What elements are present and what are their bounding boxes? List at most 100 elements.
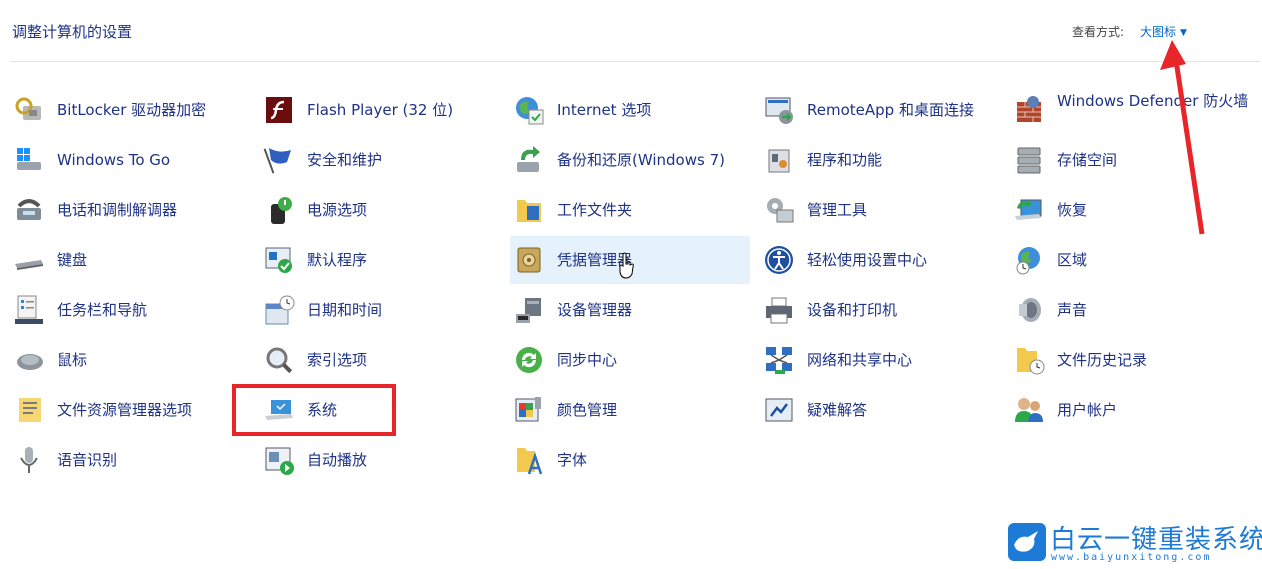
hand-cursor-icon [619, 252, 634, 279]
item-label: 文件历史记录 [1057, 351, 1148, 369]
item-windows-to-go[interactable]: Windows To Go [10, 136, 250, 184]
header: 调整计算机的设置 查看方式: 大图标 ▼ [0, 0, 1262, 62]
watermark: 白云一键重装系统 www.baiyunxitong.com [1008, 521, 1262, 567]
item-label: 日期和时间 [307, 301, 383, 319]
item-label: Windows To Go [57, 151, 171, 169]
item-label: 电源选项 [307, 201, 368, 219]
sync-icon [516, 347, 542, 373]
microphone-icon [20, 447, 38, 473]
region-icon [1016, 247, 1040, 275]
item-user-accounts[interactable]: 用户帐户 [1010, 386, 1250, 434]
item-label: 轻松使用设置中心 [807, 251, 928, 269]
item-power[interactable]: 电源选项 [260, 186, 500, 234]
device-manager-icon [516, 298, 541, 323]
item-autoplay[interactable]: 自动播放 [260, 436, 500, 484]
item-network-sharing[interactable]: 网络和共享中心 [760, 336, 1000, 384]
item-work-folders[interactable]: 工作文件夹 [510, 186, 750, 234]
item-label: Flash Player (32 位) [307, 101, 454, 119]
item-admin-tools[interactable]: 管理工具 [760, 186, 1000, 234]
item-label: 键盘 [57, 251, 88, 269]
item-label: 工作文件夹 [557, 201, 633, 219]
item-label: 区域 [1057, 251, 1088, 269]
firewall-icon [1017, 96, 1041, 122]
item-recovery[interactable]: 恢复 [1010, 186, 1250, 234]
item-date-time[interactable]: 日期和时间 [260, 286, 500, 334]
item-remoteapp[interactable]: RemoteApp 和桌面连接 [760, 86, 1000, 134]
item-label: 声音 [1057, 301, 1088, 319]
item-label: 任务栏和导航 [57, 301, 148, 319]
item-device-manager[interactable]: 设备管理器 [510, 286, 750, 334]
item-internet-options[interactable]: Internet 选项 [510, 86, 750, 134]
item-label: 设备管理器 [557, 301, 633, 319]
admin-tools-icon [767, 198, 794, 223]
ease-of-access-icon [765, 246, 793, 274]
color-icon [515, 397, 541, 422]
windows-to-go-icon [17, 148, 41, 170]
item-programs-features[interactable]: 程序和功能 [760, 136, 1000, 184]
item-color-management[interactable]: 颜色管理 [510, 386, 750, 434]
item-speech[interactable]: 语音识别 [10, 436, 250, 484]
item-indexing[interactable]: 索引选项 [260, 336, 500, 384]
item-devices-printers[interactable]: 设备和打印机 [760, 286, 1000, 334]
item-region[interactable]: 区域 [1010, 236, 1250, 284]
item-label: Internet 选项 [557, 101, 652, 119]
speaker-icon [1019, 298, 1041, 322]
item-bitlocker[interactable]: BitLocker 驱动器加密 [10, 86, 250, 134]
backup-icon [517, 146, 540, 172]
item-label: 默认程序 [307, 251, 368, 269]
item-label: 存储空间 [1057, 151, 1118, 169]
item-phone-modem[interactable]: 电话和调制解调器 [10, 186, 250, 234]
item-label: RemoteApp 和桌面连接 [807, 101, 974, 119]
item-mouse[interactable]: 鼠标 [10, 336, 250, 384]
programs-icon [768, 149, 790, 173]
item-label: 用户帐户 [1057, 401, 1118, 419]
item-keyboard[interactable]: 键盘 [10, 236, 250, 284]
item-label: 安全和维护 [307, 151, 383, 169]
flag-icon [263, 148, 291, 174]
item-fonts[interactable]: 字体 [510, 436, 750, 484]
item-label: 备份和还原(Windows 7) [557, 151, 725, 169]
item-label: 设备和打印机 [807, 301, 898, 319]
item-label: 疑难解答 [807, 401, 868, 419]
item-label: 管理工具 [807, 201, 868, 219]
item-label: 电话和调制解调器 [57, 201, 178, 219]
item-storage-spaces[interactable]: 存储空间 [1010, 136, 1250, 184]
watermark-title: 白云一键重装系统 [1050, 525, 1262, 555]
troubleshoot-icon [765, 398, 793, 422]
item-firewall[interactable]: Windows Defender 防火墙 [1010, 86, 1250, 134]
item-sync-center[interactable]: 同步中心 [510, 336, 750, 384]
item-label: 程序和功能 [807, 151, 883, 169]
autoplay-icon [265, 447, 294, 475]
item-troubleshooting[interactable]: 疑难解答 [760, 386, 1000, 434]
item-label: 同步中心 [557, 351, 618, 369]
recovery-icon [1015, 199, 1042, 220]
item-sound[interactable]: 声音 [1010, 286, 1250, 334]
item-security-maintenance[interactable]: 安全和维护 [260, 136, 500, 184]
item-backup-restore[interactable]: 备份和还原(Windows 7) [510, 136, 750, 184]
item-ease-of-access[interactable]: 轻松使用设置中心 [760, 236, 1000, 284]
item-flash-player[interactable]: Flash Player (32 位) [260, 86, 500, 134]
power-icon [271, 197, 292, 224]
item-folder-options[interactable]: 文件资源管理器选项 [10, 386, 250, 434]
users-icon [1015, 398, 1043, 422]
magnifier-icon [266, 347, 293, 374]
item-taskbar[interactable]: 任务栏和导航 [10, 286, 250, 334]
bird-logo-icon [1008, 523, 1046, 561]
printer-icon [766, 297, 792, 324]
item-file-history[interactable]: 文件历史记录 [1010, 336, 1250, 384]
storage-icon [1017, 147, 1041, 174]
item-label: 字体 [557, 451, 588, 469]
item-label: 语音识别 [57, 451, 118, 469]
vault-icon [517, 247, 541, 273]
item-label: BitLocker 驱动器加密 [57, 101, 207, 119]
item-label: 自动播放 [307, 451, 368, 469]
calendar-clock-icon [265, 295, 295, 325]
item-label: 文件资源管理器选项 [57, 401, 193, 419]
view-by-label: 查看方式: [1072, 25, 1125, 39]
phone-modem-icon [17, 199, 41, 220]
item-default-programs[interactable]: 默认程序 [260, 236, 500, 284]
page-title: 调整计算机的设置 [12, 23, 133, 41]
highlight-box [232, 384, 396, 436]
network-icon [766, 347, 792, 374]
mouse-icon [17, 354, 43, 370]
